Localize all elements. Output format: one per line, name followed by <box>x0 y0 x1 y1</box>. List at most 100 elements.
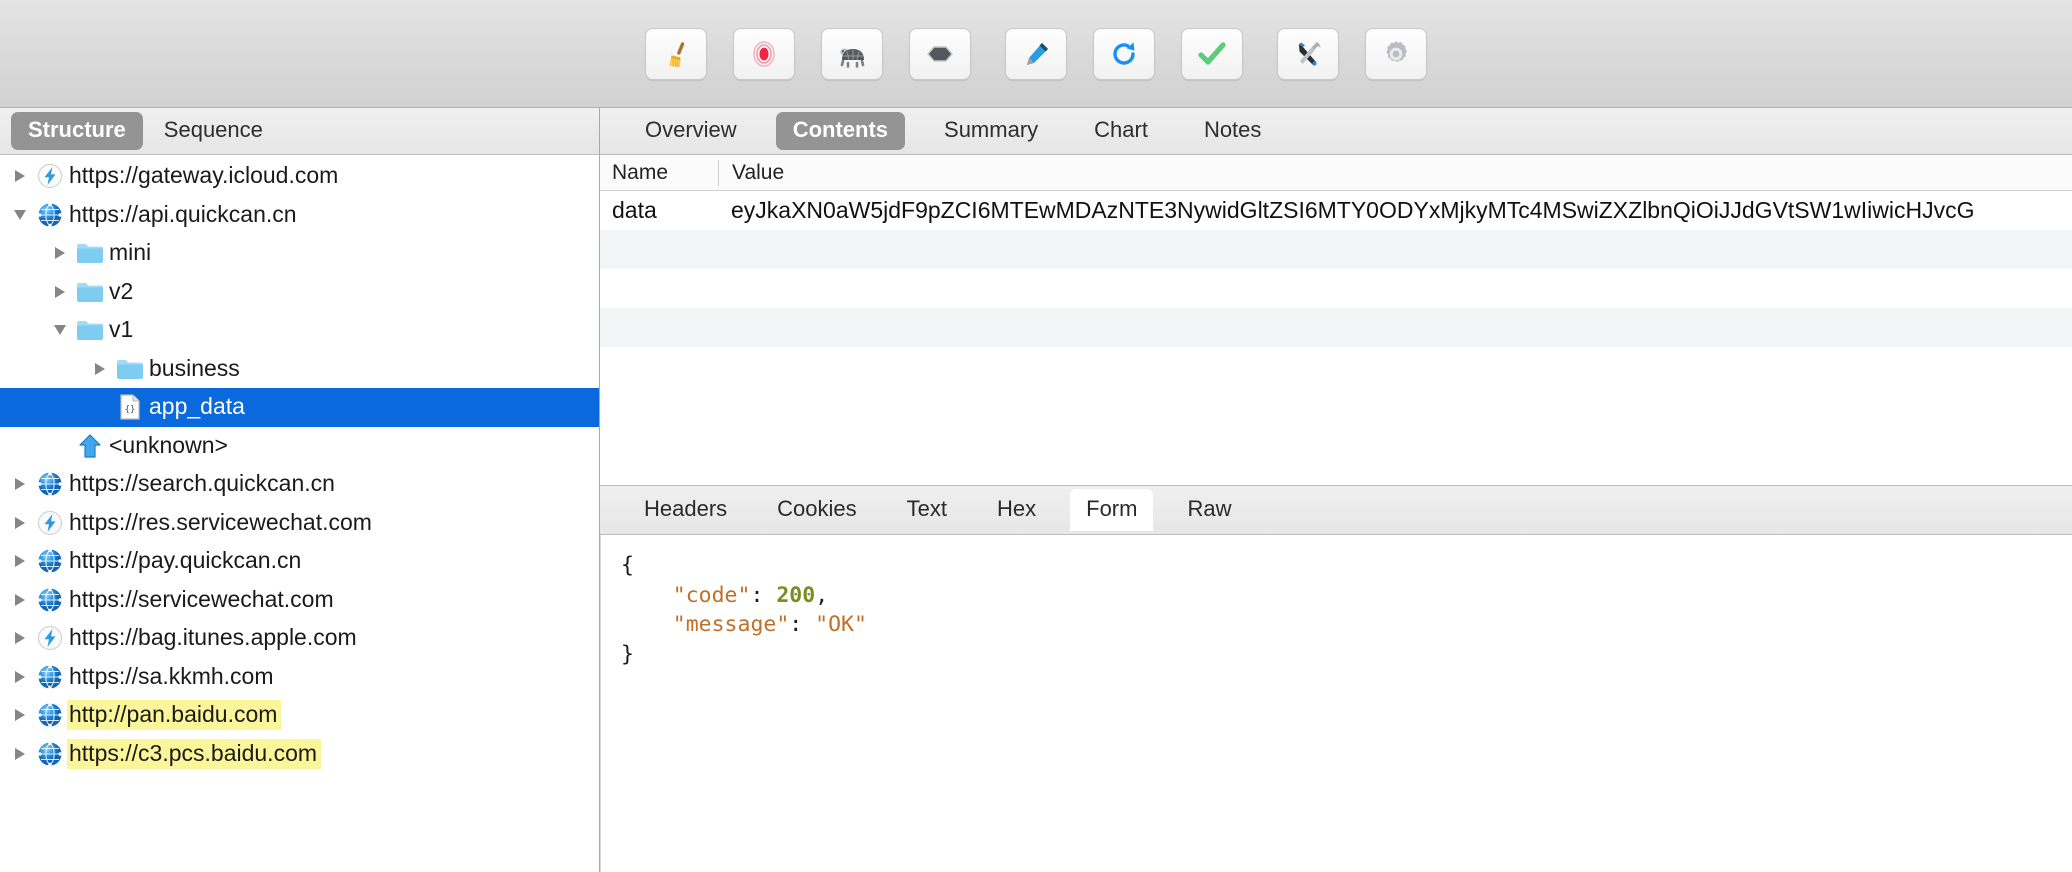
table-row[interactable] <box>600 308 2072 347</box>
contents-table-body[interactable]: data eyJkaXN0aW5jdF9pZCI6MTEwMDAzNTE3Nywi… <box>600 191 2072 485</box>
breakpoints-button[interactable] <box>909 27 971 80</box>
chevron-right-icon[interactable] <box>7 168 33 184</box>
throttle-button[interactable] <box>821 27 883 80</box>
repeat-button[interactable] <box>1093 27 1155 80</box>
record-button[interactable] <box>733 27 795 80</box>
table-row[interactable] <box>600 230 2072 269</box>
chevron-right-icon[interactable] <box>7 553 33 569</box>
chevron-right-icon[interactable] <box>7 669 33 685</box>
folder-icon <box>77 282 103 302</box>
tools-icon <box>1299 41 1321 66</box>
upload-arrow-icon <box>73 433 107 459</box>
globe-icon <box>38 587 62 612</box>
clear-session-button[interactable] <box>645 27 707 80</box>
chevron-right-icon[interactable] <box>47 284 73 300</box>
tree-row[interactable]: http://pan.baidu.com <box>0 696 599 735</box>
tree-row[interactable]: https://res.servicewechat.com <box>0 504 599 543</box>
folder-icon <box>73 241 107 265</box>
tab-overview[interactable]: Overview <box>628 112 754 150</box>
globe-icon <box>33 471 67 497</box>
tree-row[interactable]: https://servicewechat.com <box>0 581 599 620</box>
tree-row[interactable]: v1 <box>0 311 599 350</box>
chevron-right-icon[interactable] <box>47 245 73 261</box>
tree-row[interactable]: https://search.quickcan.cn <box>0 465 599 504</box>
left-pane: Structure Sequence https://gateway.iclou… <box>0 108 600 872</box>
tree-row[interactable]: https://pay.quickcan.cn <box>0 542 599 581</box>
tab-structure[interactable]: Structure <box>11 112 143 150</box>
chevron-right-icon[interactable] <box>7 515 33 531</box>
record-icon <box>753 40 775 67</box>
json-body-view[interactable]: { "code": 200, "message": "OK"} <box>600 535 2072 872</box>
tab-sequence[interactable]: Sequence <box>147 112 280 150</box>
compose-button[interactable] <box>1005 27 1067 80</box>
chevron-right-icon <box>95 362 105 375</box>
chevron-right-icon[interactable] <box>7 707 33 723</box>
table-row[interactable]: data eyJkaXN0aW5jdF9pZCI6MTEwMDAzNTE3Nywi… <box>600 191 2072 230</box>
tab-summary[interactable]: Summary <box>927 112 1055 150</box>
main-split-view: Structure Sequence https://gateway.iclou… <box>0 108 2072 872</box>
json-open-brace: { <box>621 553 634 578</box>
bolt-icon <box>37 626 63 651</box>
tree-row[interactable]: {} app_data <box>0 388 599 427</box>
folder-icon <box>73 318 107 342</box>
tree-row[interactable]: v2 <box>0 273 599 312</box>
chevron-right-icon[interactable] <box>7 630 33 646</box>
tab-notes[interactable]: Notes <box>1187 112 1278 150</box>
validate-button[interactable] <box>1181 27 1243 80</box>
settings-button[interactable] <box>1365 27 1427 80</box>
tree-row[interactable]: mini <box>0 234 599 273</box>
subtab-headers[interactable]: Headers <box>628 489 743 531</box>
table-header-row: Name Value <box>600 155 2072 191</box>
column-header-name[interactable]: Name <box>600 161 718 185</box>
chevron-right-icon[interactable] <box>87 361 113 377</box>
tree-row-label: https://bag.itunes.apple.com <box>69 624 357 651</box>
chevron-right-icon[interactable] <box>7 746 33 762</box>
json-key: "message" <box>672 612 790 638</box>
chevron-right-icon <box>15 593 25 606</box>
table-row[interactable] <box>600 347 2072 386</box>
subtab-raw[interactable]: Raw <box>1171 489 1247 531</box>
tools-button[interactable] <box>1277 27 1339 80</box>
folder-icon <box>77 244 103 264</box>
tree-row[interactable]: https://sa.kkmh.com <box>0 658 599 697</box>
toolbar-group-utilities <box>1277 27 1427 80</box>
globe-icon <box>33 702 67 728</box>
table-row[interactable] <box>600 269 2072 308</box>
tree-row-label: https://c3.pcs.baidu.com <box>67 738 322 769</box>
chevron-right-icon[interactable] <box>7 592 33 608</box>
chevron-down-icon[interactable] <box>47 323 73 337</box>
chevron-right-icon[interactable] <box>7 476 33 492</box>
chevron-right-icon <box>55 285 65 298</box>
tree-row[interactable]: https://gateway.icloud.com <box>0 157 599 196</box>
host-tree[interactable]: https://gateway.icloud.com https://api.qu… <box>0 155 599 872</box>
globe-icon <box>38 202 62 227</box>
tab-contents[interactable]: Contents <box>775 112 906 150</box>
tree-row-label: https://api.quickcan.cn <box>69 200 297 227</box>
chevron-right-icon <box>15 632 25 645</box>
tree-row[interactable]: business <box>0 350 599 389</box>
tree-row[interactable]: https://bag.itunes.apple.com <box>0 619 599 658</box>
toolbar-button-groups <box>645 27 1427 80</box>
subtab-hex[interactable]: Hex <box>981 489 1052 531</box>
tree-row[interactable]: <unknown> <box>0 427 599 466</box>
chevron-down-icon <box>54 325 66 336</box>
subtab-text[interactable]: Text <box>891 489 963 531</box>
subtab-form[interactable]: Form <box>1070 489 1154 531</box>
toolbar-group-request <box>1005 27 1243 80</box>
tab-chart[interactable]: Chart <box>1077 112 1165 150</box>
column-header-value[interactable]: Value <box>719 161 784 185</box>
chevron-right-icon <box>15 478 25 491</box>
tree-row-label: https://search.quickcan.cn <box>69 470 335 497</box>
chevron-down-icon[interactable] <box>7 208 33 222</box>
globe-icon <box>38 549 62 574</box>
folder-icon <box>113 357 147 381</box>
tree-row-label: v1 <box>109 316 134 343</box>
table-cell-value: eyJkaXN0aW5jdF9pZCI6MTEwMDAzNTE3NywidGlt… <box>731 197 1975 223</box>
tree-row[interactable]: https://api.quickcan.cn <box>0 196 599 235</box>
json-entry: "message": "OK" <box>672 612 867 638</box>
refresh-icon <box>1113 42 1135 65</box>
globe-icon <box>33 202 67 228</box>
tree-row[interactable]: https://c3.pcs.baidu.com <box>0 735 599 774</box>
chevron-right-icon <box>15 555 25 568</box>
subtab-cookies[interactable]: Cookies <box>761 489 872 531</box>
